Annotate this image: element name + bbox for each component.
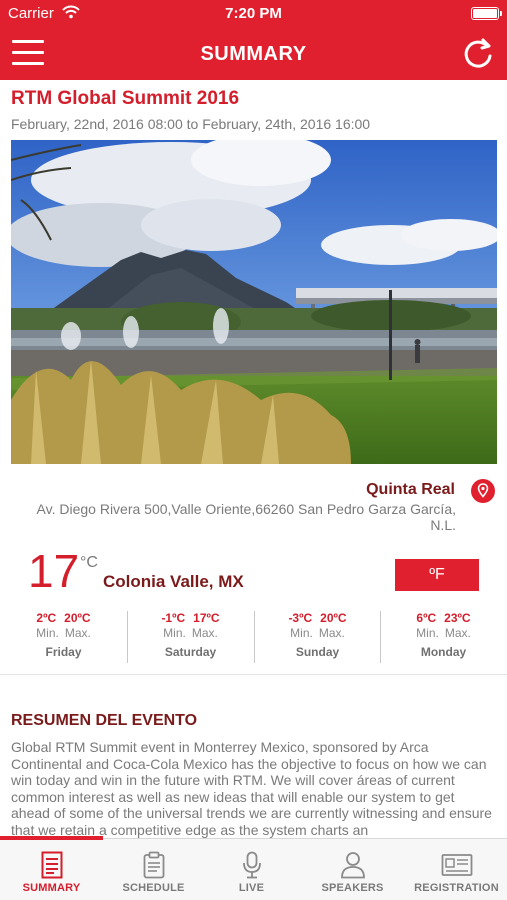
forecast-max: 20ºC — [320, 611, 347, 625]
tab-summary[interactable]: SUMMARY — [0, 839, 103, 900]
temperature-unit: °C — [80, 554, 98, 571]
tab-label: SCHEDULE — [122, 882, 185, 894]
forecast-min: -1ºC — [161, 611, 186, 625]
forecast-max: 17ºC — [193, 611, 220, 625]
tab-speakers[interactable]: SPEAKERS — [299, 839, 406, 900]
forecast-day: 2ºC 20ºC Min. Max. Friday — [0, 611, 127, 663]
max-label: Max. — [191, 626, 218, 640]
min-label: Min. — [36, 626, 59, 640]
max-label: Max. — [64, 626, 91, 640]
schedule-clipboard-icon — [143, 851, 164, 879]
tab-schedule[interactable]: SCHEDULE — [103, 839, 204, 900]
min-label: Min. — [163, 626, 186, 640]
speaker-person-icon — [340, 852, 365, 879]
fahrenheit-toggle-button[interactable]: ºF — [395, 559, 479, 591]
summary-document-icon — [41, 851, 62, 879]
tab-label: SPEAKERS — [321, 882, 384, 894]
forecast-day: -3ºC 20ºC Min. Max. Sunday — [254, 611, 381, 663]
current-temperature: 17 — [28, 545, 80, 597]
header-bar: SUMMARY — [0, 28, 507, 80]
venue-photo — [11, 140, 497, 464]
summary-body: Global RTM Summit event in Monterrey Mex… — [11, 739, 492, 838]
tab-registration[interactable]: REGISTRATION — [406, 839, 507, 900]
battery-icon — [471, 7, 502, 20]
forecast-day-name: Sunday — [295, 645, 340, 659]
event-dates: February, 22nd, 2016 08:00 to February, … — [11, 116, 371, 132]
forecast-min: 2ºC — [36, 611, 57, 625]
section-divider — [0, 674, 507, 675]
forecast-min: 6ºC — [416, 611, 437, 625]
tab-label: LIVE — [238, 882, 265, 894]
tab-label: SUMMARY — [22, 882, 81, 894]
max-label: Max. — [444, 626, 471, 640]
page-title: SUMMARY — [200, 43, 307, 65]
event-title: RTM Global Summit 2016 — [11, 88, 240, 109]
forecast-day-name: Monday — [420, 645, 467, 659]
forecast-day-name: Saturday — [164, 645, 217, 659]
forecast-day: -1ºC 17ºC Min. Max. Saturday — [127, 611, 254, 663]
min-label: Min. — [416, 626, 439, 640]
hamburger-menu-icon[interactable] — [12, 40, 44, 68]
clock-time: 7:20 PM — [225, 5, 282, 22]
refresh-icon[interactable] — [461, 37, 495, 71]
tab-label: REGISTRATION — [414, 882, 499, 894]
max-label: Max. — [318, 626, 345, 640]
registration-card-icon — [441, 854, 472, 876]
microphone-icon — [242, 851, 261, 879]
venue-name: Quinta Real — [366, 481, 455, 498]
forecast-min: -3ºC — [288, 611, 313, 625]
forecast-max: 20ºC — [64, 611, 91, 625]
forecast-day-name: Friday — [45, 645, 82, 659]
min-label: Min. — [290, 626, 313, 640]
weather-forecast: 2ºC 20ºC Min. Max. Friday -1ºC 17ºC Min. Max… — [0, 611, 507, 663]
summary-content[interactable]: RTM Global Summit 2016 February, 22nd, 2… — [0, 80, 507, 838]
status-bar: Carrier 7:20 PM — [0, 0, 507, 28]
venue-address: Av. Diego Rivera 500,Valle Oriente,66260… — [36, 501, 456, 533]
summary-heading: RESUMEN DEL EVENTO — [11, 712, 198, 729]
location-pin-icon[interactable] — [471, 479, 495, 503]
forecast-day: 6ºC 23ºC Min. Max. Monday — [380, 611, 507, 663]
tab-live[interactable]: LIVE — [204, 839, 299, 900]
forecast-max: 23ºC — [444, 611, 471, 625]
weather-city: Colonia Valle, MX — [103, 572, 244, 591]
tab-bar: SUMMARY SCHEDULE LIVE SPEAKERS REGISTRAT… — [0, 836, 507, 900]
